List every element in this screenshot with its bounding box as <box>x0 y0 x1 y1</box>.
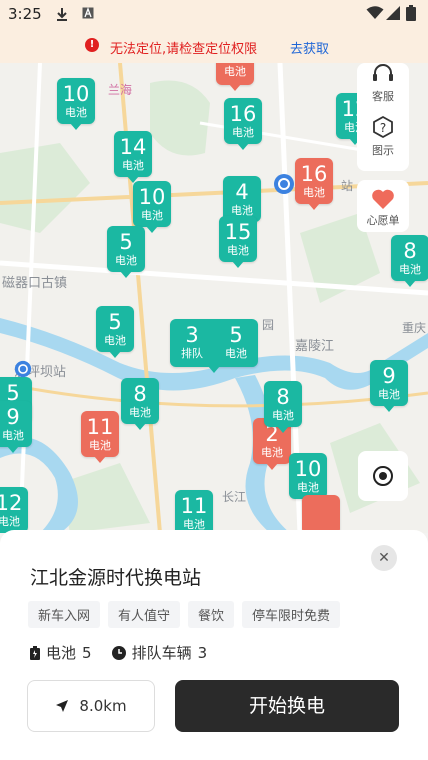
station-pin[interactable]: 10 电池 <box>133 181 171 233</box>
help-icon: ? <box>373 115 393 139</box>
service-label: 客服 <box>372 90 394 103</box>
map-label: 园 <box>262 318 275 332</box>
get-permission-link[interactable]: 去获取 <box>290 38 329 57</box>
map-label: 长江 <box>222 490 247 504</box>
metro-icon <box>14 360 32 378</box>
status-time: 3:25 <box>8 5 42 23</box>
status-bar: 3:25 <box>0 0 428 30</box>
station-tag: 新车入网 <box>28 601 101 628</box>
wishlist-label: 心愿单 <box>366 214 400 227</box>
location-warning-banner: ! 无法定位,请检查定位权限 去获取 <box>0 30 428 63</box>
station-tags: 新车入网 有人值守 餐饮 停车限时免费 <box>28 601 341 628</box>
station-pin[interactable]: 16 电池 <box>295 158 333 210</box>
station-pin[interactable] <box>302 495 340 533</box>
station-tag: 餐饮 <box>188 601 235 628</box>
close-icon: ✕ <box>378 550 390 566</box>
wifi-icon <box>366 6 384 23</box>
svg-text:?: ? <box>380 121 386 135</box>
station-name: 江北金源时代换电站 <box>30 567 202 589</box>
station-pin[interactable]: 9 电池 <box>0 401 32 453</box>
station-tag: 停车限时免费 <box>242 601 341 628</box>
station-pin[interactable]: 12 电池 <box>0 487 28 533</box>
station-pin[interactable]: 8 电池 <box>264 381 302 433</box>
close-button[interactable]: ✕ <box>371 545 397 571</box>
warning-icon: ! <box>85 38 99 52</box>
locate-button[interactable] <box>358 451 408 501</box>
queue-count: 3 <box>197 643 208 662</box>
battery-icon <box>406 5 416 24</box>
download-icon <box>56 7 68 24</box>
map-view[interactable]: 兰海 磁器口古镇 沙坪坝站 嘉陵江 园 重庆 站 长江 电池 10 电池 16 电池… <box>0 63 428 533</box>
station-pin[interactable]: 11 电池 <box>81 411 119 463</box>
station-pin[interactable]: 9 电池 <box>370 360 408 412</box>
headset-icon <box>373 64 393 81</box>
map-label: 重庆 <box>402 321 427 335</box>
battery-label: 电池 <box>46 644 77 662</box>
station-tag: 有人值守 <box>108 601 181 628</box>
station-pin[interactable]: 8 电池 <box>121 378 159 430</box>
station-pin[interactable]: 5电池 <box>107 226 145 278</box>
queue-label: 排队车辆 <box>131 644 192 662</box>
clock-icon <box>111 645 126 660</box>
station-stats: 电池 5 排队车辆 3 <box>30 642 207 663</box>
station-pin[interactable]: 电池 <box>216 63 254 91</box>
warning-message: 无法定位,请检查定位权限 <box>110 42 258 57</box>
distance-value: 8.0km <box>79 697 127 715</box>
legend-button[interactable]: ? 图示 <box>357 115 409 159</box>
navigate-button[interactable]: 8.0km <box>27 680 155 732</box>
station-pin[interactable]: 10 电池 <box>289 453 327 505</box>
station-pin[interactable]: 8 电池 <box>391 235 428 287</box>
navigation-arrow-icon <box>56 700 69 712</box>
map-label: 嘉陵江 <box>295 339 335 354</box>
signal-icon <box>386 6 400 23</box>
map-label: 站 <box>341 179 354 193</box>
station-pin[interactable]: 5电池 <box>96 306 134 358</box>
a-icon <box>82 7 94 22</box>
wishlist-button[interactable]: 心愿单 <box>357 180 409 232</box>
selected-station-pin[interactable]: 3 排队 5 电池 <box>170 319 258 373</box>
map-label: 兰海 <box>108 83 133 97</box>
battery-icon <box>30 645 40 660</box>
locate-icon <box>373 466 393 486</box>
station-pin[interactable]: 10 电池 <box>57 78 95 130</box>
legend-label: 图示 <box>372 144 394 157</box>
heart-icon <box>372 189 394 209</box>
metro-icon <box>274 174 294 194</box>
station-pin[interactable]: 11 电池 <box>175 490 213 533</box>
station-pin[interactable]: 15 电池 <box>219 216 257 268</box>
start-swap-button[interactable]: 开始换电 <box>175 680 399 732</box>
service-button[interactable]: 客服 <box>357 63 409 105</box>
station-pin[interactable]: 16 电池 <box>224 98 262 150</box>
map-label: 磁器口古镇 <box>2 276 68 291</box>
queue-stat: 排队车辆 3 <box>111 642 208 663</box>
side-tools-panel: 客服 ? 图示 <box>357 63 409 171</box>
station-detail-sheet: ✕ 江北金源时代换电站 新车入网 有人值守 餐饮 停车限时免费 电池 5 排队车… <box>0 530 428 760</box>
battery-count: 5 <box>82 643 92 662</box>
battery-stat: 电池 5 <box>30 642 92 663</box>
station-pin[interactable]: 14 电池 <box>114 131 152 183</box>
